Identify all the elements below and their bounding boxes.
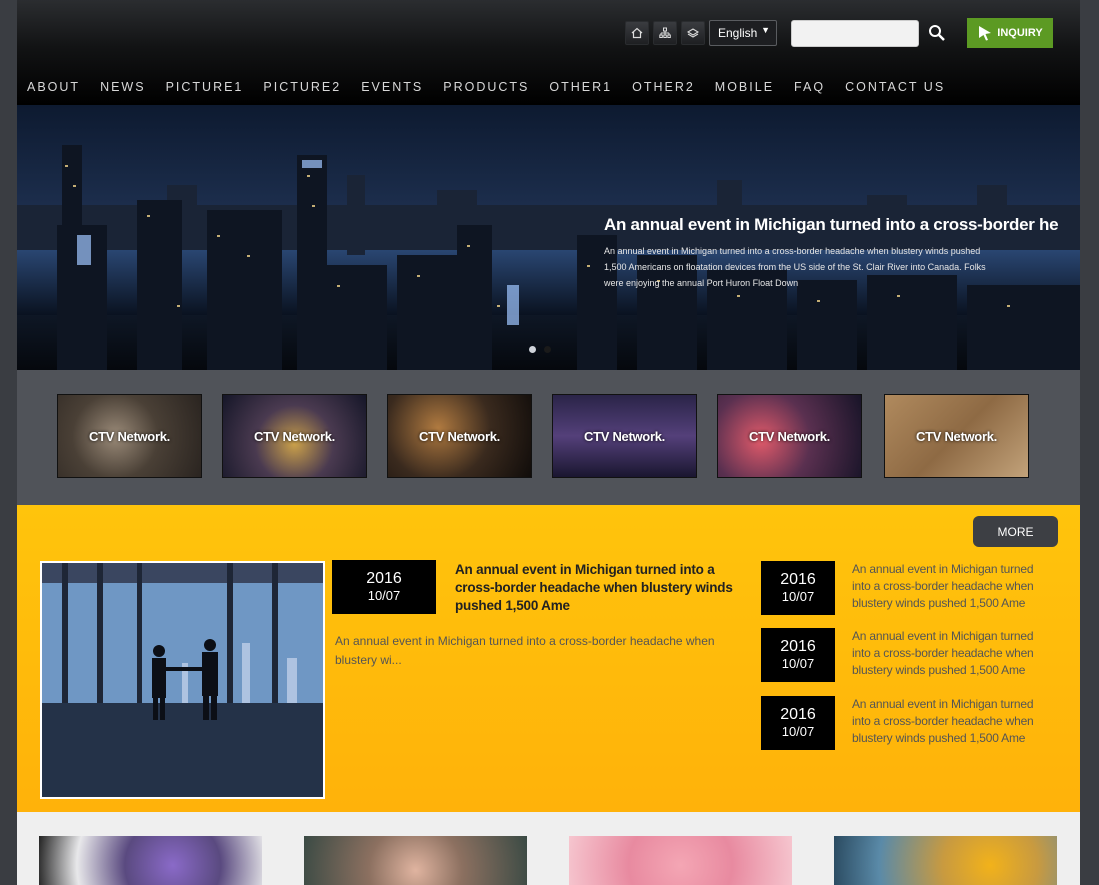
page: English ▼ INQUIRY ABOUT NEWS PICTURE1 PI… [17, 0, 1080, 885]
thumbnail-1[interactable]: CTV Network. [57, 394, 202, 478]
hero-banner[interactable]: An annual event in Michigan turned into … [17, 105, 1080, 370]
news-date-box-3: 2016 10/07 [761, 696, 835, 750]
nav-item-picture2[interactable]: PICTURE2 [263, 80, 341, 94]
banner-title: An annual event in Michigan turned into … [604, 215, 1059, 234]
thumbnail-strip: CTV Network. CTV Network. CTV Network. C… [17, 370, 1080, 505]
featured-news-excerpt: An annual event in Michigan turned into … [335, 634, 715, 667]
news-date-3: 10/07 [781, 724, 815, 739]
language-select[interactable]: English ▼ [709, 20, 777, 46]
business-handshake-image [42, 563, 323, 797]
gallery-image-2[interactable] [304, 836, 527, 885]
slide-dot-2[interactable] [544, 346, 551, 353]
news-item-3[interactable]: An annual event in Michigan turned into … [852, 696, 1042, 747]
banner-text: An annual event in Michigan turned into … [604, 246, 986, 288]
featured-date: 10/07 [367, 588, 401, 603]
home-icon[interactable] [625, 21, 649, 45]
news-item-2[interactable]: An annual event in Michigan turned into … [852, 628, 1042, 679]
bookmark-icon[interactable] [681, 21, 705, 45]
nav-item-news[interactable]: NEWS [100, 80, 146, 94]
search-button[interactable] [923, 19, 951, 47]
news-date-box-2: 2016 10/07 [761, 628, 835, 682]
gallery-image-1[interactable] [39, 836, 262, 885]
header-toolbar: English ▼ INQUIRY [625, 18, 1053, 48]
featured-date-box: 2016 10/07 [332, 560, 436, 614]
thumbnail-label: CTV Network. [254, 428, 335, 444]
sitemap-icon[interactable] [653, 21, 677, 45]
nav-item-picture1[interactable]: PICTURE1 [166, 80, 244, 94]
nav-item-products[interactable]: PRODUCTS [443, 80, 529, 94]
thumbnail-label: CTV Network. [749, 428, 830, 444]
thumbnail-label: CTV Network. [419, 428, 500, 444]
gallery-image-4[interactable] [834, 836, 1057, 885]
nav-item-contact-us[interactable]: CONTACT US [845, 80, 945, 94]
nav-item-about[interactable]: ABOUT [27, 80, 80, 94]
inquiry-button[interactable]: INQUIRY [967, 18, 1053, 48]
search-input[interactable] [791, 19, 919, 47]
cursor-icon [979, 26, 992, 41]
featured-year: 2016 [366, 570, 402, 587]
news-year-3: 2016 [780, 706, 816, 723]
chevron-down-icon: ▼ [761, 25, 770, 35]
news-date-2: 10/07 [781, 656, 815, 671]
thumbnail-6[interactable]: CTV Network. [884, 394, 1029, 478]
search-icon [929, 25, 945, 41]
nav-item-other1[interactable]: OTHER1 [549, 80, 612, 94]
banner-caption: An annual event in Michigan turned into … [604, 215, 1064, 291]
thumbnail-2[interactable]: CTV Network. [222, 394, 367, 478]
thumbnail-4[interactable]: CTV Network. [552, 394, 697, 478]
news-item-1[interactable]: An annual event in Michigan turned into … [852, 561, 1042, 612]
main-nav: ABOUT NEWS PICTURE1 PICTURE2 EVENTS PROD… [27, 80, 965, 94]
news-year-1: 2016 [780, 571, 816, 588]
featured-news-title[interactable]: An annual event in Michigan turned into … [455, 561, 745, 615]
news-year-2: 2016 [780, 638, 816, 655]
thumbnail-label: CTV Network. [916, 428, 997, 444]
slide-indicators [529, 346, 559, 353]
nav-item-events[interactable]: EVENTS [361, 80, 423, 94]
news-date-1: 10/07 [781, 589, 815, 604]
nav-item-other2[interactable]: OTHER2 [632, 80, 695, 94]
thumbnail-3[interactable]: CTV Network. [387, 394, 532, 478]
thumbnail-label: CTV Network. [584, 428, 665, 444]
gallery-section [17, 812, 1080, 885]
gallery-image-3[interactable] [569, 836, 792, 885]
featured-news-image[interactable] [40, 561, 325, 799]
thumbnail-5[interactable]: CTV Network. [717, 394, 862, 478]
inquiry-label: INQUIRY [997, 27, 1043, 39]
more-button[interactable]: MORE [973, 516, 1058, 547]
news-section: MORE 2016 10/07 An annual event in Michi… [17, 505, 1080, 812]
news-date-box-1: 2016 10/07 [761, 561, 835, 615]
thumbnail-label: CTV Network. [89, 428, 170, 444]
nav-item-mobile[interactable]: MOBILE [715, 80, 774, 94]
language-selected: English [718, 26, 758, 40]
nav-item-faq[interactable]: FAQ [794, 80, 825, 94]
site-header: English ▼ INQUIRY ABOUT NEWS PICTURE1 PI… [17, 0, 1080, 105]
slide-dot-1[interactable] [529, 346, 536, 353]
